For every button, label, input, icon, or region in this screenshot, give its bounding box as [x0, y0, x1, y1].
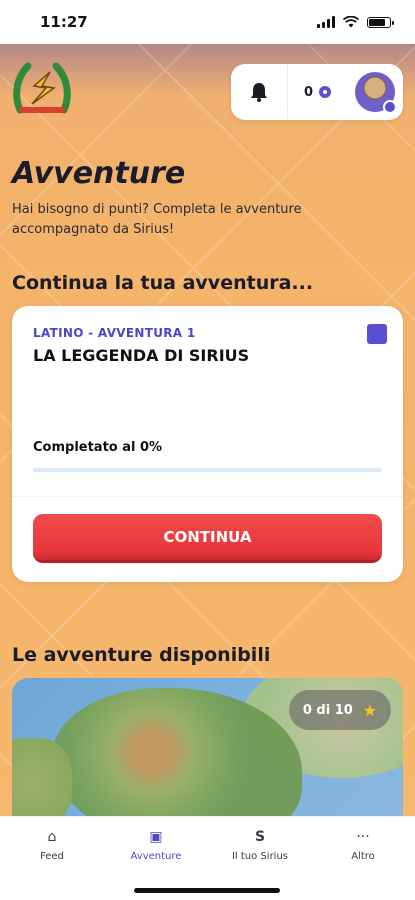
more-icon: ··· — [356, 829, 370, 845]
tab-label: Feed — [40, 851, 64, 862]
adventure-icon: ▣ — [149, 829, 163, 845]
home-icon: ⌂ — [47, 829, 57, 845]
continue-button[interactable]: CONTINUA — [33, 514, 382, 560]
avatar[interactable] — [355, 72, 397, 114]
tab-adventures[interactable]: ▣ Avventure — [104, 827, 208, 862]
stars-label: 0 di 10 — [302, 702, 353, 718]
bell-icon — [251, 83, 267, 102]
tab-feed[interactable]: ⌂ Feed — [0, 827, 104, 862]
star-icon: ★ — [362, 700, 378, 720]
adventure-category: LATINO - AVVENTURA 1 — [33, 326, 196, 340]
status-time: 11:27 — [40, 13, 88, 31]
card-divider — [12, 496, 403, 497]
points-value: 0 — [304, 84, 314, 100]
tab-label: Altro — [351, 851, 375, 862]
available-adventure-card[interactable]: 0 di 10 ★ — [12, 678, 403, 828]
wifi-icon — [343, 16, 359, 28]
status-icons — [317, 16, 394, 28]
battery-icon — [367, 16, 394, 28]
adventure-title: LA LEGGENDA DI SIRIUS — [33, 346, 250, 365]
continue-heading: Continua la tua avventura... — [12, 272, 314, 294]
tab-more[interactable]: ··· Altro — [311, 827, 415, 862]
progress-bar — [33, 468, 382, 472]
page-subtitle: Hai bisogno di punti? Completa le avvent… — [12, 202, 302, 237]
home-indicator — [134, 888, 280, 893]
points-counter[interactable]: 0 — [288, 84, 332, 100]
notifications-button[interactable] — [231, 64, 288, 120]
tab-label: Avventure — [130, 851, 182, 862]
available-heading: Le avventure disponibili — [12, 644, 271, 666]
adventure-icon — [367, 324, 387, 344]
sirius-logo-icon: S — [254, 829, 266, 845]
tab-label: Il tuo Sirius — [231, 851, 289, 862]
current-adventure-card: LATINO - AVVENTURA 1 LA LEGGENDA DI SIRI… — [12, 306, 403, 582]
status-bar: 11:27 — [0, 0, 415, 44]
avatar-badge-icon — [383, 100, 397, 114]
signal-icon — [317, 16, 335, 28]
map-region — [12, 738, 72, 828]
header-actions: 0 — [231, 64, 403, 120]
page-title: Avventure — [12, 156, 186, 191]
coin-icon — [319, 86, 332, 98]
progress-label: Completato al 0% — [33, 440, 163, 455]
tab-your-sirius[interactable]: S Il tuo Sirius — [208, 827, 312, 862]
app-logo[interactable] — [12, 58, 72, 118]
stars-badge: 0 di 10 ★ — [289, 690, 391, 730]
